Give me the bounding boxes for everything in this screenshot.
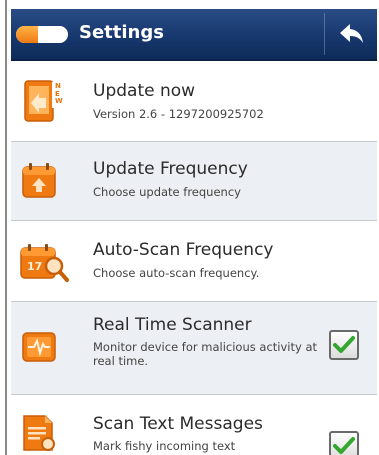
- toggle-fill: [16, 26, 38, 43]
- list-item-title: Auto-Scan Frequency: [93, 240, 274, 260]
- message-scan-icon: [19, 413, 59, 453]
- list-item-title: Update Frequency: [93, 159, 248, 179]
- list-item-scan-text-messages[interactable]: Scan Text Messages Mark fishy incoming t…: [11, 395, 377, 455]
- phone-screen: Settings NEW Update now Version 2.6 - 12…: [11, 9, 377, 455]
- real-time-scanner-checkbox[interactable]: [329, 330, 359, 360]
- check-icon: [333, 336, 355, 353]
- scan-text-messages-checkbox[interactable]: [329, 431, 359, 455]
- update-now-icon: NEW: [19, 79, 63, 123]
- list-item-title: Update now: [93, 81, 196, 101]
- toggle-pill-icon[interactable]: [16, 26, 68, 43]
- title-separator: [324, 13, 325, 55]
- page-frame: Settings NEW Update now Version 2.6 - 12…: [0, 0, 379, 455]
- list-item-subtitle: Mark fishy incoming text: [93, 439, 236, 453]
- calendar-update-icon: [19, 161, 59, 201]
- list-item-subtitle: Monitor device for malicious activity at…: [93, 340, 317, 368]
- back-button[interactable]: [327, 9, 377, 59]
- page-title: Settings: [79, 22, 164, 43]
- list-item-title: Real Time Scanner: [93, 315, 252, 335]
- list-item-auto-scan-frequency[interactable]: 17 Auto-Scan Frequency Choose auto-scan …: [11, 221, 377, 302]
- title-bar: Settings: [11, 9, 377, 61]
- list-item-update-now[interactable]: NEW Update now Version 2.6 - 12972009257…: [11, 61, 377, 142]
- list-item-subtitle: Version 2.6 - 1297200925702: [93, 107, 264, 121]
- back-arrow-icon: [340, 24, 363, 43]
- list-item-real-time-scanner[interactable]: Real Time Scanner Monitor device for mal…: [11, 302, 377, 395]
- check-icon: [333, 437, 355, 454]
- left-divider: [5, 0, 7, 455]
- list-item-subtitle: Choose auto-scan frequency.: [93, 266, 260, 280]
- calendar-day-number: 17: [27, 260, 43, 273]
- new-badge: NEW: [55, 82, 63, 105]
- list-item-title: Scan Text Messages: [93, 414, 263, 434]
- calendar-scan-icon: 17: [19, 240, 69, 284]
- list-item-update-frequency[interactable]: Update Frequency Choose update frequency: [11, 142, 377, 221]
- pulse-monitor-icon: [19, 327, 59, 367]
- list-item-subtitle: Choose update frequency: [93, 185, 241, 199]
